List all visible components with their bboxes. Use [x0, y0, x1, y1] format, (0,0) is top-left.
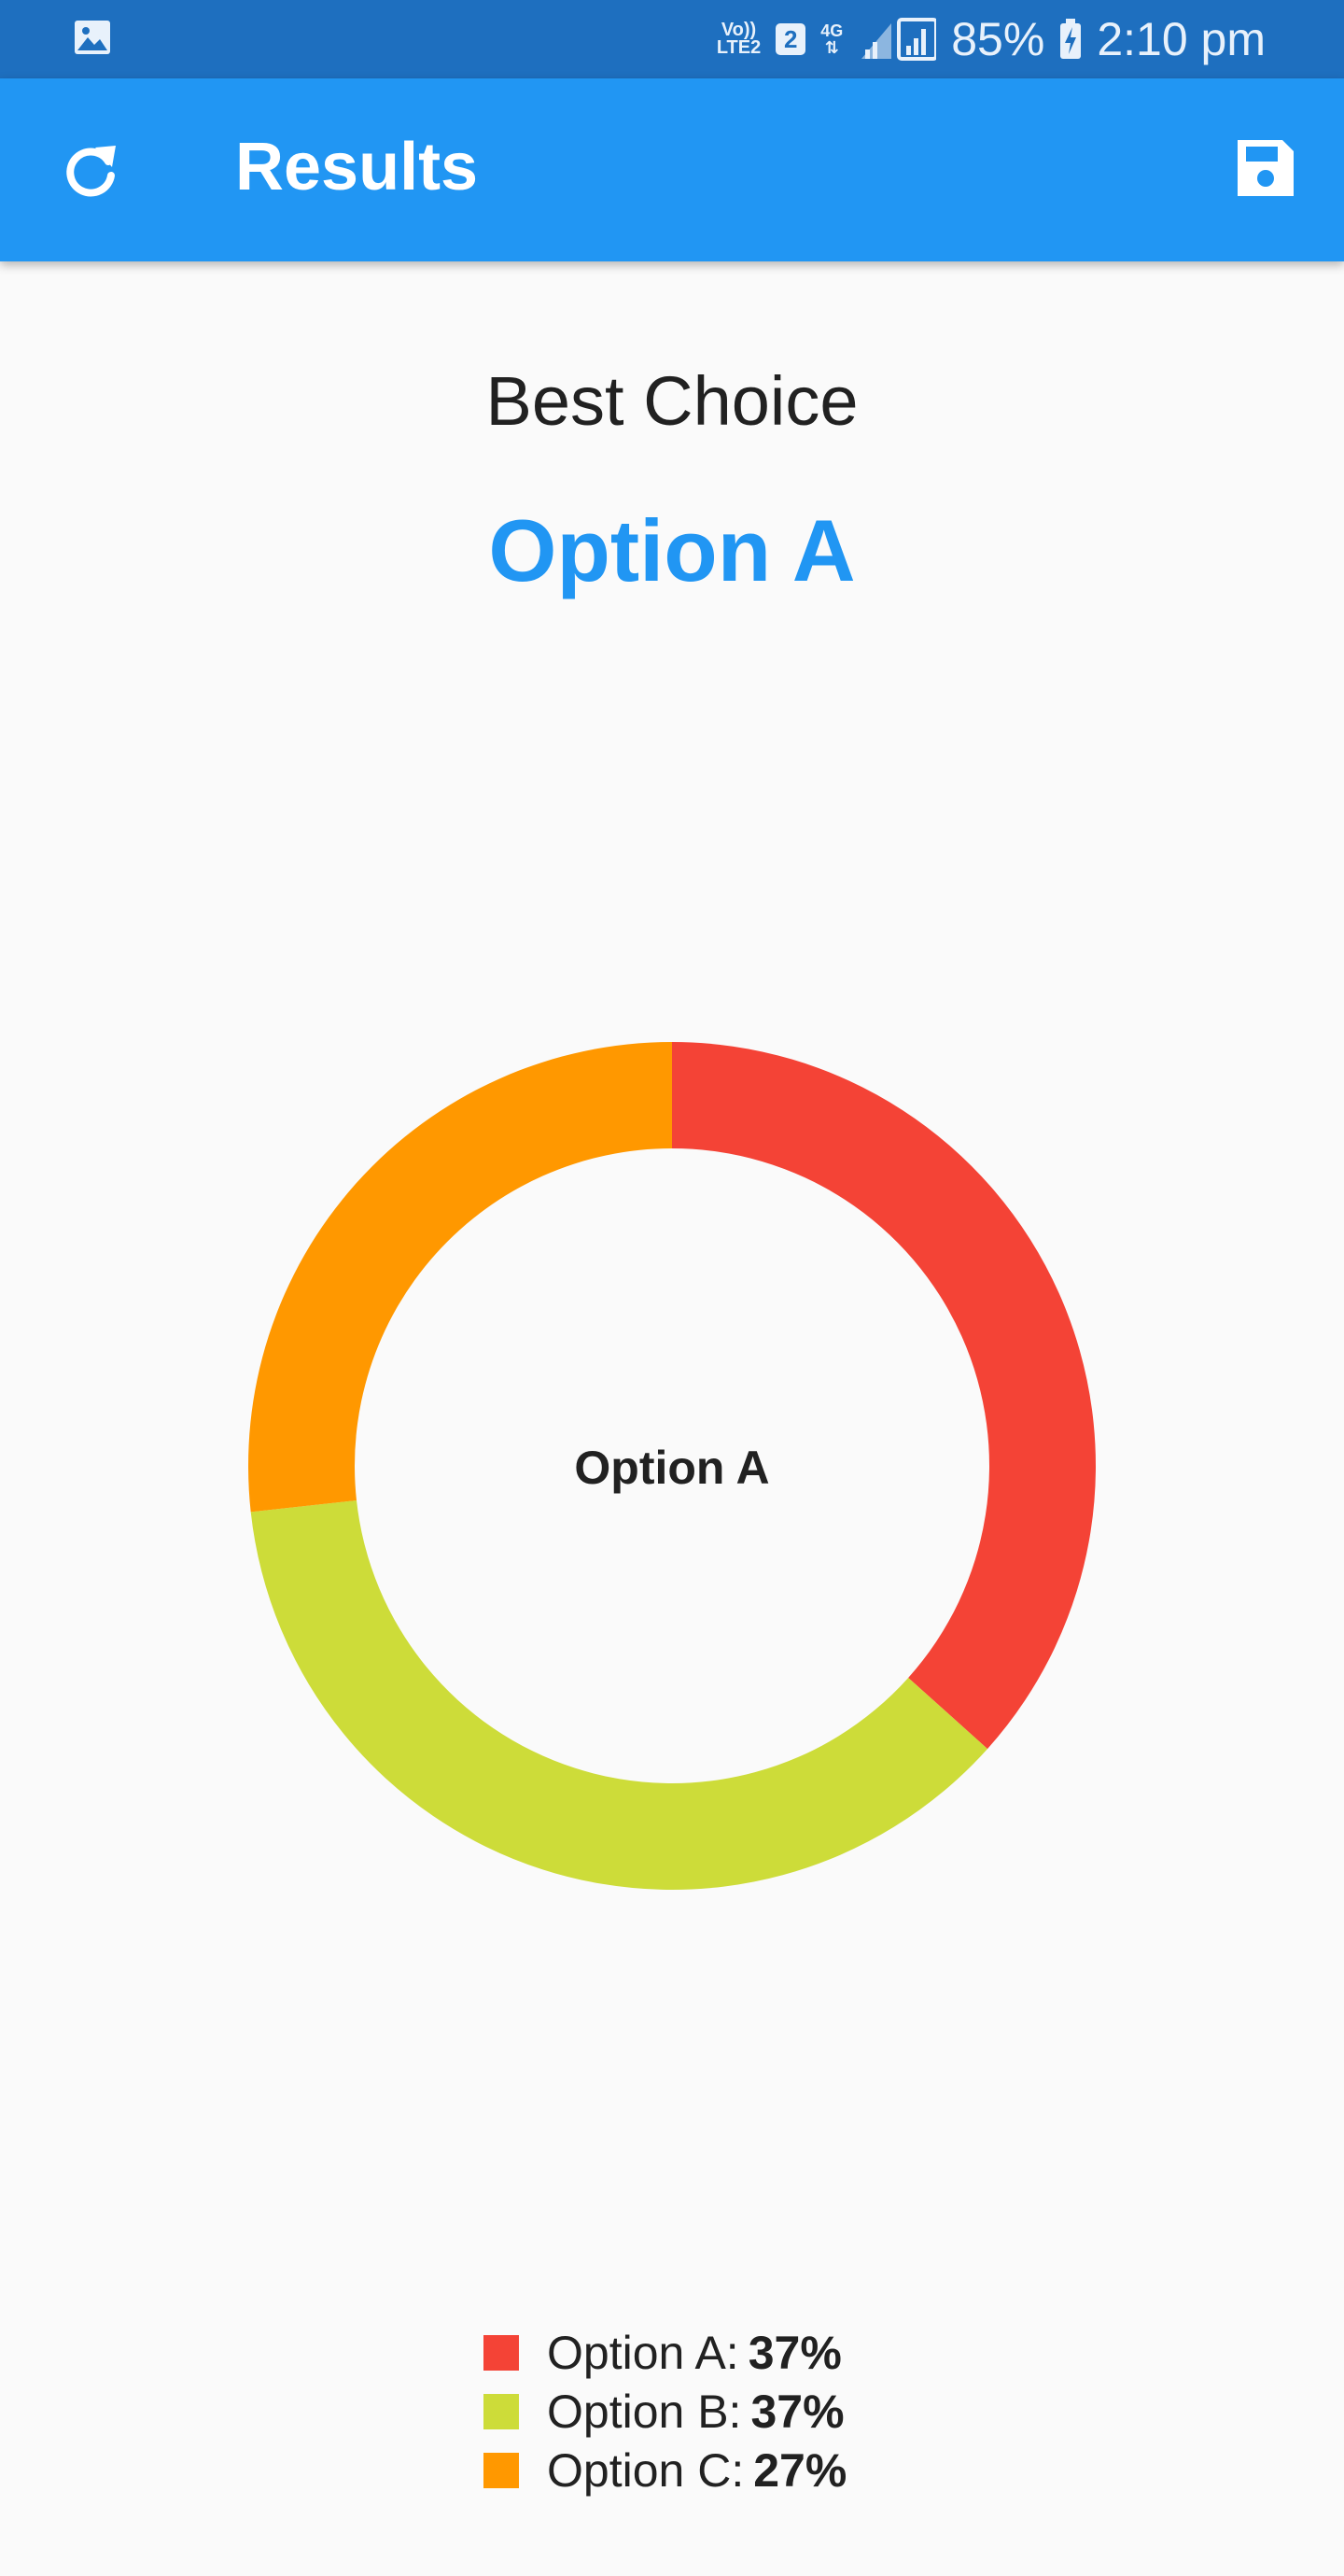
legend-item-option-c: Option C: 27%	[483, 2441, 847, 2499]
volte-bottom-text: LTE2	[716, 37, 762, 58]
network-type: 4G ⇅	[820, 22, 843, 56]
legend-value: 27%	[753, 2443, 847, 2497]
battery-percent: 85%	[951, 13, 1045, 65]
legend-label: Option A:	[547, 2326, 739, 2379]
legend-value: 37%	[748, 2326, 842, 2379]
legend-swatch	[483, 2393, 519, 2429]
app-title: Results	[235, 130, 479, 204]
donut-chart: Option A	[247, 1042, 1096, 1890]
chart-legend: Option A: 37% Option B: 37% Option C: 27…	[483, 2323, 847, 2499]
sim-badge: 2	[776, 23, 806, 55]
clock: 2:10 pm	[1097, 13, 1266, 65]
battery-icon	[1060, 19, 1082, 59]
refresh-icon[interactable]	[58, 138, 123, 204]
legend-swatch	[483, 2452, 519, 2488]
winning-option: Option A	[488, 501, 856, 599]
chart-center-label: Option A	[574, 1442, 769, 1494]
legend-swatch	[483, 2334, 519, 2371]
legend-item-option-b: Option B: 37%	[483, 2382, 847, 2441]
status-bar: Vo)) LTE2 2 4G ⇅ 85% 2:10 pm	[0, 0, 1344, 78]
status-indicators: Vo)) LTE2 2 4G ⇅ 85% 2:10 pm	[717, 0, 1266, 78]
legend-value: 37%	[750, 2385, 845, 2438]
signal-icon	[861, 18, 937, 61]
app-bar: Results	[0, 78, 1344, 261]
legend-item-option-a: Option A: 37%	[483, 2323, 847, 2382]
legend-label: Option C:	[547, 2443, 745, 2497]
result-subtitle: Best Choice	[485, 362, 859, 440]
legend-label: Option B:	[547, 2385, 742, 2438]
save-icon[interactable]	[1234, 136, 1297, 200]
donut-slice-option-b	[250, 1499, 988, 1890]
data-arrows-icon: ⇅	[824, 38, 839, 57]
donut-slice-option-a	[672, 1042, 1096, 1750]
gallery-icon	[75, 21, 110, 54]
volte-indicator: Vo)) LTE2	[717, 21, 761, 57]
network-type-text: 4G	[820, 21, 844, 40]
